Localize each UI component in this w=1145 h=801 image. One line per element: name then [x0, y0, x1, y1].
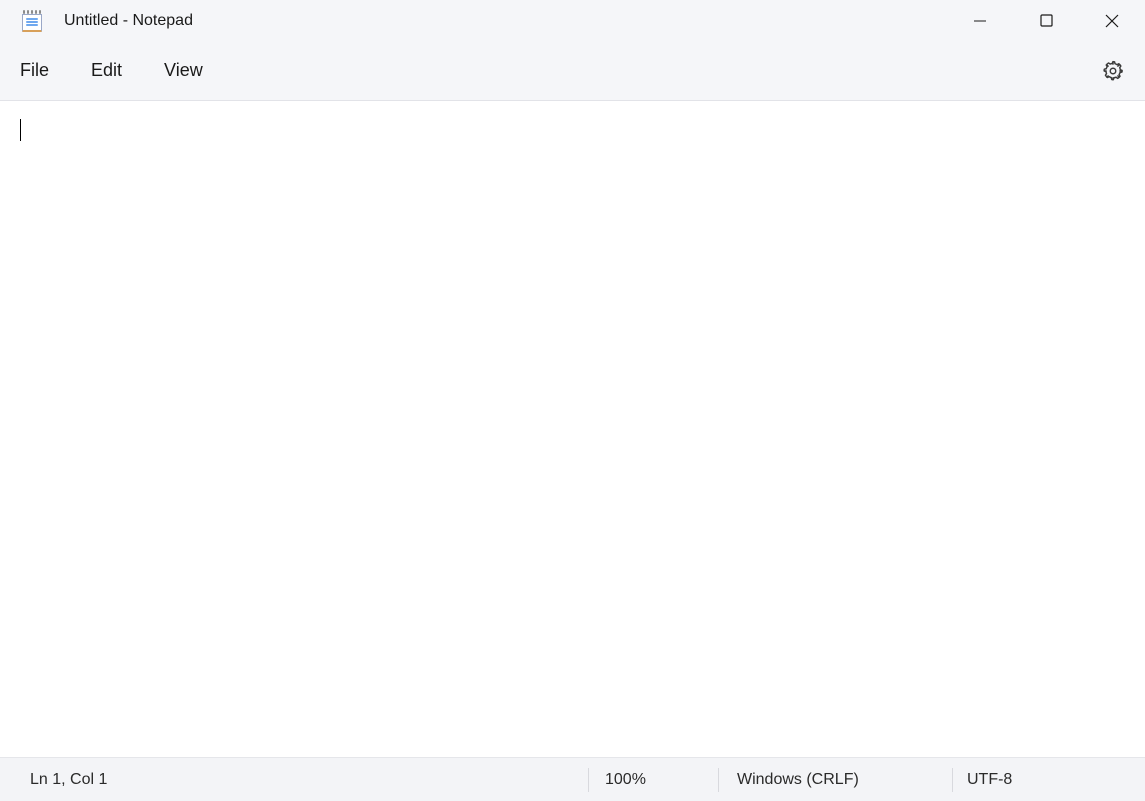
status-encoding[interactable]: UTF-8: [952, 768, 1145, 792]
menubar: File Edit View: [0, 41, 1145, 101]
titlebar: Untitled - Notepad: [0, 0, 1145, 41]
window-title: Untitled - Notepad: [64, 12, 193, 30]
minimize-icon: [973, 14, 987, 28]
maximize-icon: [1040, 14, 1053, 27]
window-controls: [947, 0, 1145, 41]
close-button[interactable]: [1079, 0, 1145, 41]
editor-area[interactable]: [0, 101, 1145, 757]
statusbar: Ln 1, Col 1 100% Windows (CRLF) UTF-8: [0, 757, 1145, 801]
close-icon: [1105, 14, 1119, 28]
text-caret: [20, 119, 21, 141]
minimize-button[interactable]: [947, 0, 1013, 41]
gear-icon: [1102, 60, 1124, 82]
menu-file[interactable]: File: [6, 52, 63, 89]
titlebar-left: Untitled - Notepad: [0, 10, 193, 32]
menus: File Edit View: [6, 52, 231, 89]
status-line-ending[interactable]: Windows (CRLF): [718, 768, 952, 792]
status-zoom[interactable]: 100%: [588, 768, 718, 792]
notepad-icon: [22, 10, 42, 32]
menu-edit[interactable]: Edit: [77, 52, 136, 89]
maximize-button[interactable]: [1013, 0, 1079, 41]
settings-button[interactable]: [1095, 53, 1131, 89]
menu-view[interactable]: View: [150, 52, 217, 89]
status-position: Ln 1, Col 1: [0, 771, 588, 789]
